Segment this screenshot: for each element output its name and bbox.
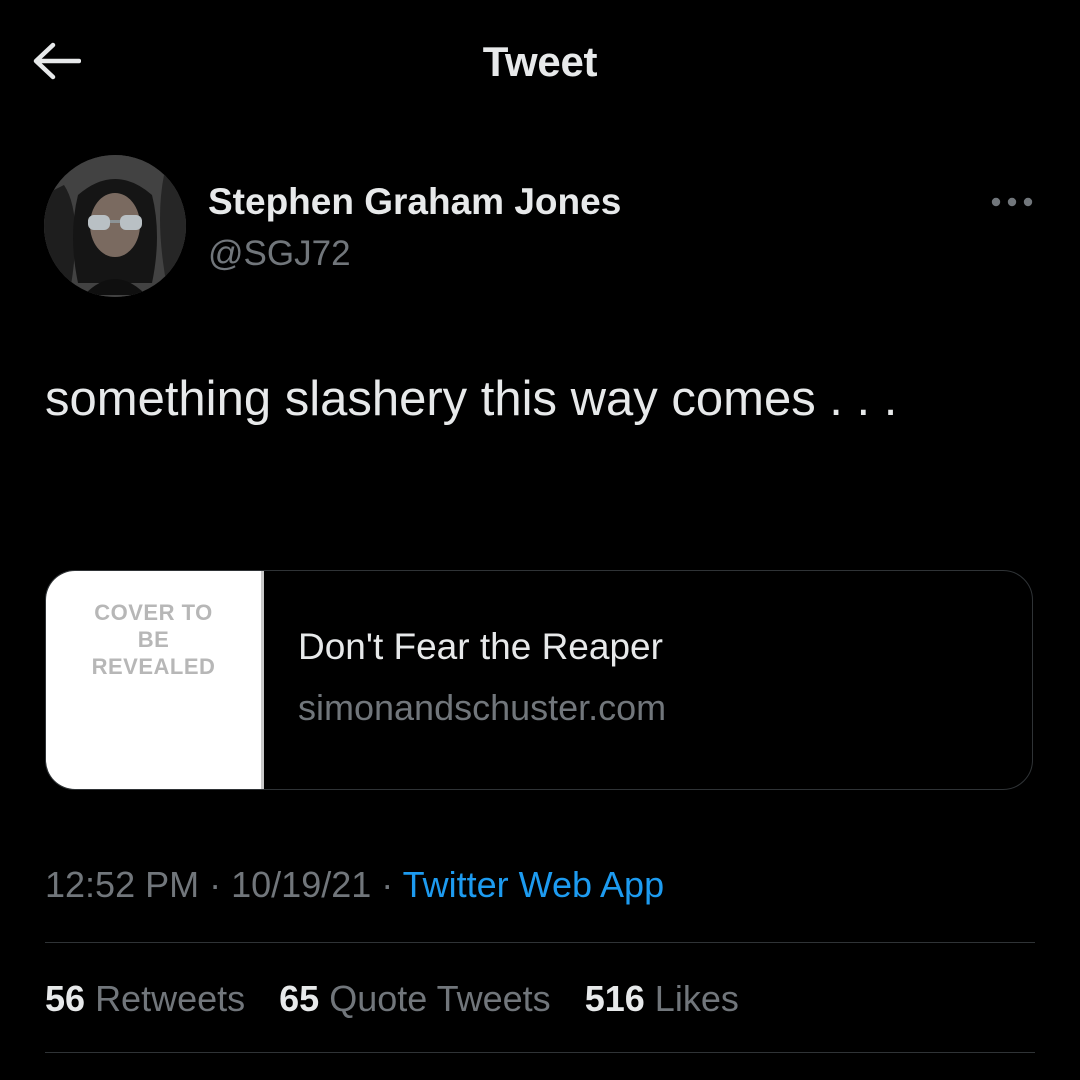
more-options-button[interactable]	[984, 184, 1040, 220]
likes-count: 516	[584, 978, 645, 1019]
card-title: Don't Fear the Reaper	[298, 626, 663, 667]
author-info[interactable]: Stephen Graham Jones @SGJ72	[208, 180, 621, 276]
divider-bottom	[45, 1052, 1035, 1053]
author-name[interactable]: Stephen Graham Jones	[208, 180, 621, 224]
tweet-metadata: 12:52 PM · 10/19/21 · Twitter Web App	[45, 860, 664, 910]
card-domain: simonandschuster.com	[298, 687, 667, 728]
author-photo	[44, 155, 186, 297]
tweet-text: something slashery this way comes . . .	[45, 372, 898, 426]
card-thumbnail: COVER TO BE REVEALED	[46, 571, 264, 789]
tweet-source-link[interactable]: Twitter Web App	[403, 864, 664, 905]
page-title: Tweet	[482, 38, 598, 85]
retweets-count: 56	[45, 978, 86, 1019]
tweet-stats: 56 Retweets 65 Quote Tweets 516 Likes	[45, 974, 763, 1024]
tweet-time[interactable]: 12:52 PM	[45, 864, 199, 905]
card-thumbnail-text: COVER TO BE REVEALED	[46, 599, 261, 680]
top-bar: Tweet	[0, 0, 1080, 120]
retweets-label: Retweets	[95, 978, 246, 1019]
avatar[interactable]	[44, 155, 186, 297]
divider	[45, 942, 1035, 943]
meta-separator: ·	[209, 864, 222, 905]
quote-tweets-stat[interactable]: 65 Quote Tweets	[279, 974, 551, 1024]
meta-separator-2: ·	[381, 864, 394, 905]
author-handle[interactable]: @SGJ72	[208, 232, 621, 276]
more-horizontal-icon	[991, 197, 1033, 207]
likes-stat[interactable]: 516 Likes	[585, 974, 739, 1024]
quote-tweets-count: 65	[279, 978, 320, 1019]
retweets-stat[interactable]: 56 Retweets	[45, 974, 245, 1024]
quote-tweets-label: Quote Tweets	[329, 978, 551, 1019]
likes-label: Likes	[654, 978, 739, 1019]
link-card[interactable]: COVER TO BE REVEALED Don't Fear the Reap…	[45, 570, 1033, 790]
tweet-date[interactable]: 10/19/21	[231, 864, 371, 905]
cover-placeholder-text: COVER TO BE REVEALED	[91, 600, 216, 679]
